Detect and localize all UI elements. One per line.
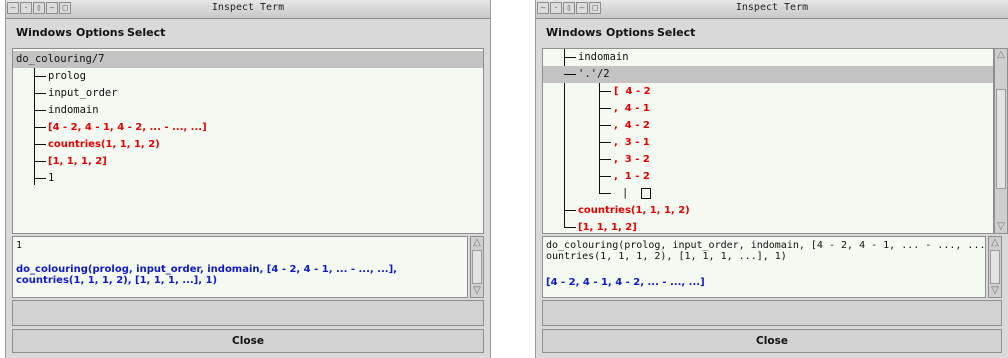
menu-bar: Windows Options Select xyxy=(536,19,1008,45)
list-tail[interactable]: | xyxy=(543,185,993,202)
close-button[interactable]: Close xyxy=(542,329,1002,353)
tree-node[interactable]: input_order xyxy=(13,85,483,102)
tree-node-label: indomain xyxy=(48,104,99,116)
menu-select[interactable]: Select xyxy=(127,26,165,39)
text-line: 1 xyxy=(16,240,23,251)
menu-windows[interactable]: Windows xyxy=(16,26,72,39)
tree-node-expandable[interactable]: [4 - 2, 4 - 1, 4 - 2, ... - ..., ...] xyxy=(13,119,483,136)
scroll-down-icon[interactable]: ▽ xyxy=(995,221,1007,233)
term-text-area[interactable]: 1 do_colouring(prolog, input_order, indo… xyxy=(12,236,468,298)
term-display-text: [4 - 2, 4 - 1, 4 - 2, ... - ..., ...] xyxy=(546,277,705,288)
title-bar[interactable]: – · ▯ – □ Inspect Term xyxy=(6,0,490,19)
tree-node[interactable]: indomain xyxy=(13,102,483,119)
tree-node-label: , 4 - 1 xyxy=(614,103,650,114)
menu-windows[interactable]: Windows xyxy=(546,26,602,39)
scroll-thumb[interactable] xyxy=(990,250,1000,284)
menu-options[interactable]: Options xyxy=(76,26,124,39)
list-element[interactable]: , 1 - 2 xyxy=(543,168,993,185)
scroll-down-icon[interactable]: ▽ xyxy=(471,285,483,297)
tree-node[interactable]: prolog xyxy=(13,68,483,85)
window-title: Inspect Term xyxy=(735,2,809,13)
scroll-up-icon[interactable]: △ xyxy=(989,237,1001,249)
tree-node[interactable]: indomain xyxy=(543,49,993,66)
text-line: ountries(1, 1, 1, 2), [1, 1, 1, ...], 1) xyxy=(546,251,787,262)
tree-node-label: '.'/2 xyxy=(578,68,610,80)
tree-node-expandable[interactable]: countries(1, 1, 1, 2) xyxy=(13,136,483,153)
tree-node-selected[interactable]: '.'/2 xyxy=(543,66,993,83)
tree-node-label: [4 - 2, 4 - 1, 4 - 2, ... - ..., ...] xyxy=(48,122,207,133)
tree-node-label: , 4 - 2 xyxy=(614,120,650,131)
tree-node-label: input_order xyxy=(48,87,118,99)
empty-list-icon xyxy=(641,188,651,202)
tree-node-label: countries(1, 1, 1, 2) xyxy=(578,205,690,216)
tree-node-label: , 1 - 2 xyxy=(614,171,650,182)
scroll-down-icon[interactable]: ▽ xyxy=(989,285,1001,297)
text-scrollbar[interactable]: △ ▽ xyxy=(470,236,484,298)
title-bar[interactable]: – · ▯ – □ Inspect Term xyxy=(536,0,1008,19)
tree-scrollbar[interactable]: △ ▽ xyxy=(994,48,1008,234)
menu-select[interactable]: Select xyxy=(657,26,695,39)
tail-separator: | xyxy=(622,187,629,199)
tree-node-label: [1, 1, 1, 2] xyxy=(48,156,107,167)
term-tree[interactable]: indomain '.'/2 [ 4 - 2 , 4 - 1 , 4 - 2 ,… xyxy=(542,48,994,234)
term-text-area[interactable]: do_colouring(prolog, input_order, indoma… xyxy=(542,236,986,298)
text-line: do_colouring(prolog, input_order, indoma… xyxy=(546,240,986,251)
status-bar xyxy=(542,300,1002,326)
tree-node-label: do_colouring/7 xyxy=(16,53,105,65)
tree-node-label: indomain xyxy=(578,51,629,63)
tree-node-label: , 3 - 1 xyxy=(614,137,650,148)
scroll-up-icon[interactable]: △ xyxy=(995,49,1007,61)
tree-node-expandable[interactable]: [1, 1, 1, 2] xyxy=(543,219,993,233)
inspect-term-window-right: – · ▯ – □ Inspect Term Windows Options S… xyxy=(535,0,1008,358)
scroll-up-icon[interactable]: △ xyxy=(471,237,483,249)
tree-node-label: [1, 1, 1, 2] xyxy=(578,222,637,233)
tree-node-expandable[interactable]: [1, 1, 1, 2] xyxy=(13,153,483,170)
text-scrollbar[interactable]: △ ▽ xyxy=(988,236,1002,298)
menu-options[interactable]: Options xyxy=(606,26,654,39)
tree-node-label: countries(1, 1, 1, 2) xyxy=(48,139,160,150)
tree-node-root[interactable]: do_colouring/7 xyxy=(13,51,483,68)
list-element[interactable]: [ 4 - 2 xyxy=(543,83,993,100)
menu-bar: Windows Options Select xyxy=(6,19,490,45)
status-bar xyxy=(12,300,484,326)
list-element[interactable]: , 4 - 2 xyxy=(543,117,993,134)
tree-node-label: , 3 - 2 xyxy=(614,154,650,165)
term-display-text: do_colouring(prolog, input_order, indoma… xyxy=(16,264,397,286)
window-title: Inspect Term xyxy=(211,2,285,13)
list-element[interactable]: , 3 - 1 xyxy=(543,134,993,151)
close-button[interactable]: Close xyxy=(12,329,484,353)
scroll-thumb[interactable] xyxy=(472,250,482,284)
tree-node-label: [ 4 - 2 xyxy=(614,86,651,97)
scroll-thumb[interactable] xyxy=(996,89,1006,189)
term-tree[interactable]: do_colouring/7 prolog input_order indoma… xyxy=(12,48,484,234)
list-element[interactable]: , 3 - 2 xyxy=(543,151,993,168)
inspect-term-window-left: – · ▯ – □ Inspect Term Windows Options S… xyxy=(5,0,491,358)
tree-node-expandable[interactable]: countries(1, 1, 1, 2) xyxy=(543,202,993,219)
list-element[interactable]: , 4 - 1 xyxy=(543,100,993,117)
tree-node[interactable]: 1 xyxy=(13,170,483,187)
tree-node-label: 1 xyxy=(48,172,55,184)
tree-node-label: prolog xyxy=(48,70,86,82)
